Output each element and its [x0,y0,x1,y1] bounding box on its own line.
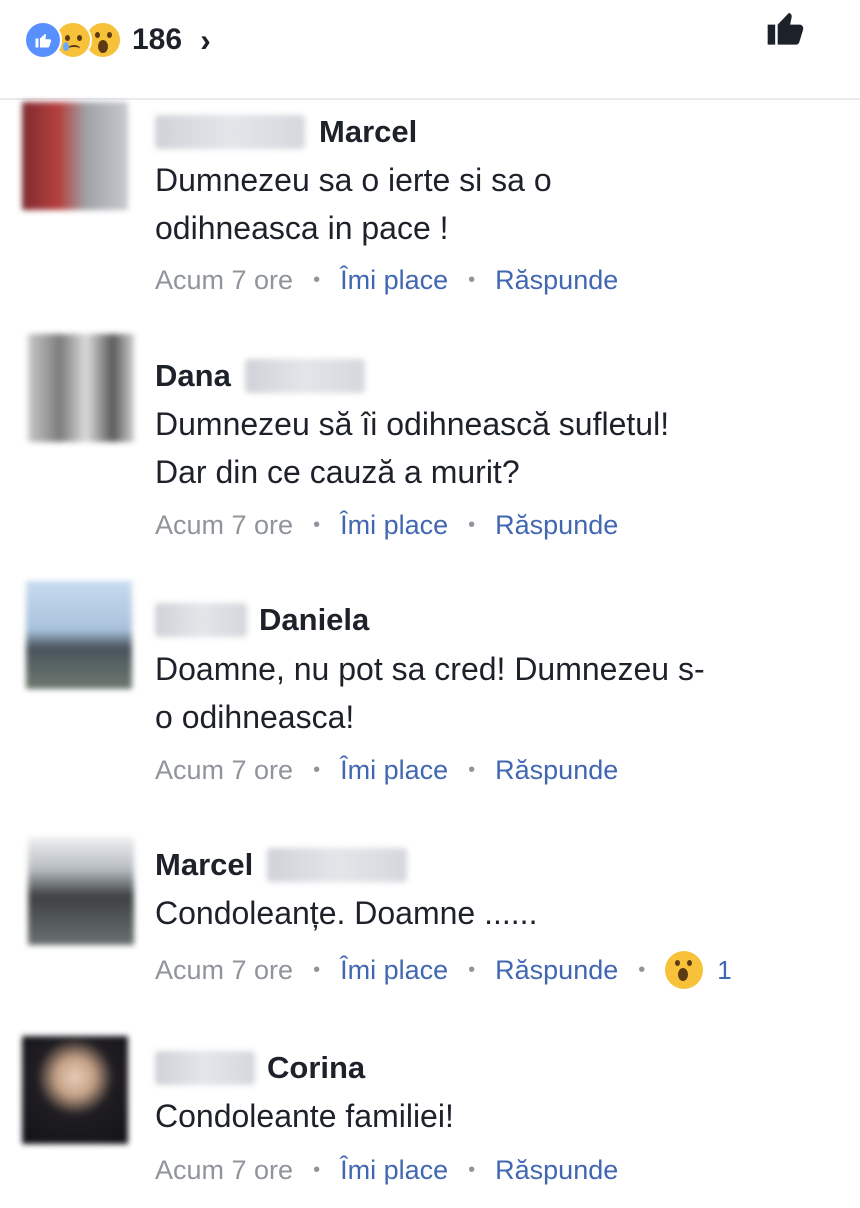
separator: • [313,513,321,536]
reaction-count: 186 [132,23,183,56]
separator: • [313,268,321,291]
separator: • [313,958,321,981]
like-link[interactable]: Îmi place [340,510,448,541]
comment-reaction-count: 1 [717,954,732,985]
like-link[interactable]: Îmi place [340,265,448,296]
timestamp: Acum 7 ore [155,754,294,785]
author-name[interactable]: Corina [267,1050,365,1086]
separator: • [638,958,646,981]
timestamp: Acum 7 ore [155,954,294,985]
blurred-name [267,848,408,882]
reply-link[interactable]: Răspunde [495,1155,618,1186]
author-name[interactable]: Marcel [155,847,253,883]
comment-line: Doamne, nu pot sa cred! Dumnezeu s- [155,651,705,687]
separator: • [313,1158,321,1181]
reactions-summary[interactable]: 186 › [24,20,211,60]
thumbs-up-icon[interactable] [766,8,806,53]
avatar[interactable] [22,102,128,210]
reply-link[interactable]: Răspunde [495,510,618,541]
separator: • [468,958,476,981]
avatar[interactable] [22,1036,128,1144]
reply-link[interactable]: Răspunde [495,265,618,296]
author-line: Corina [155,1048,365,1088]
comment-line: Dar din ce cauză a murit? [155,454,520,490]
blurred-name [155,115,305,149]
comment-item: Marcel Dumnezeu sa o ierte si sa o odihn… [0,100,860,310]
comment-line: Condoleanțe. Doamne ...... [155,895,538,931]
timestamp: Acum 7 ore [155,1154,294,1185]
comment-line: Condoleante familiei! [155,1098,454,1134]
comment-text: Dumnezeu sa o ierte si sa o odihneasca i… [155,156,815,252]
comment-item: Marcel Condoleanțe. Doamne ...... Acum 7… [0,825,860,1015]
reply-link[interactable]: Răspunde [495,955,618,986]
author-line: Dana [155,356,365,396]
author-name[interactable]: Daniela [259,602,369,638]
author-line: Marcel [155,112,417,152]
timestamp: Acum 7 ore [155,264,294,295]
chevron-right-icon: › [200,22,211,58]
avatar[interactable] [26,581,132,689]
comment-line: Dumnezeu sa o ierte si sa o [155,162,552,198]
blurred-name [155,1051,255,1085]
author-name[interactable]: Marcel [319,114,417,150]
comment-text: Dumnezeu să îi odihnească sufletul! Dar … [155,400,815,496]
separator: • [468,513,476,536]
comment-item: Dana Dumnezeu să îi odihnească sufletul!… [0,330,860,550]
separator: • [313,758,321,781]
author-name[interactable]: Dana [155,358,231,394]
separator: • [468,1158,476,1181]
wow-reaction-icon[interactable] [665,951,704,989]
comment-text: Condoleante familiei! [155,1092,815,1140]
comment-actions: Acum 7 ore • Îmi place • Răspunde • 1 [155,951,732,989]
separator: • [468,268,476,291]
like-link[interactable]: Îmi place [340,955,448,986]
comment-item: Daniela Doamne, nu pot sa cred! Dumnezeu… [0,575,860,795]
blurred-name [155,603,247,637]
avatar[interactable] [28,334,134,442]
comment-actions: Acum 7 ore • Îmi place • Răspunde [155,752,618,788]
comment-text: Doamne, nu pot sa cred! Dumnezeu s- o od… [155,645,815,741]
reply-link[interactable]: Răspunde [495,755,618,786]
like-reaction-icon [24,21,62,59]
comment-text: Condoleanțe. Doamne ...... [155,889,815,937]
like-link[interactable]: Îmi place [340,755,448,786]
comment-line: odihneasca in pace ! [155,210,449,246]
comment-line: Dumnezeu să îi odihnească sufletul! [155,406,670,442]
separator: • [468,758,476,781]
author-line: Daniela [155,600,369,640]
comment-line: o odihneasca! [155,699,355,735]
comment-actions: Acum 7 ore • Îmi place • Răspunde [155,262,618,298]
reactions-header: 186 › [0,0,860,100]
blurred-name [244,359,365,393]
timestamp: Acum 7 ore [155,509,294,540]
like-link[interactable]: Îmi place [340,1155,448,1186]
comment-actions: Acum 7 ore • Îmi place • Răspunde [155,507,618,543]
avatar[interactable] [28,837,134,945]
author-line: Marcel [155,845,408,885]
comment-actions: Acum 7 ore • Îmi place • Răspunde [155,1152,618,1188]
comment-item: Corina Condoleante familiei! Acum 7 ore … [0,1030,860,1208]
